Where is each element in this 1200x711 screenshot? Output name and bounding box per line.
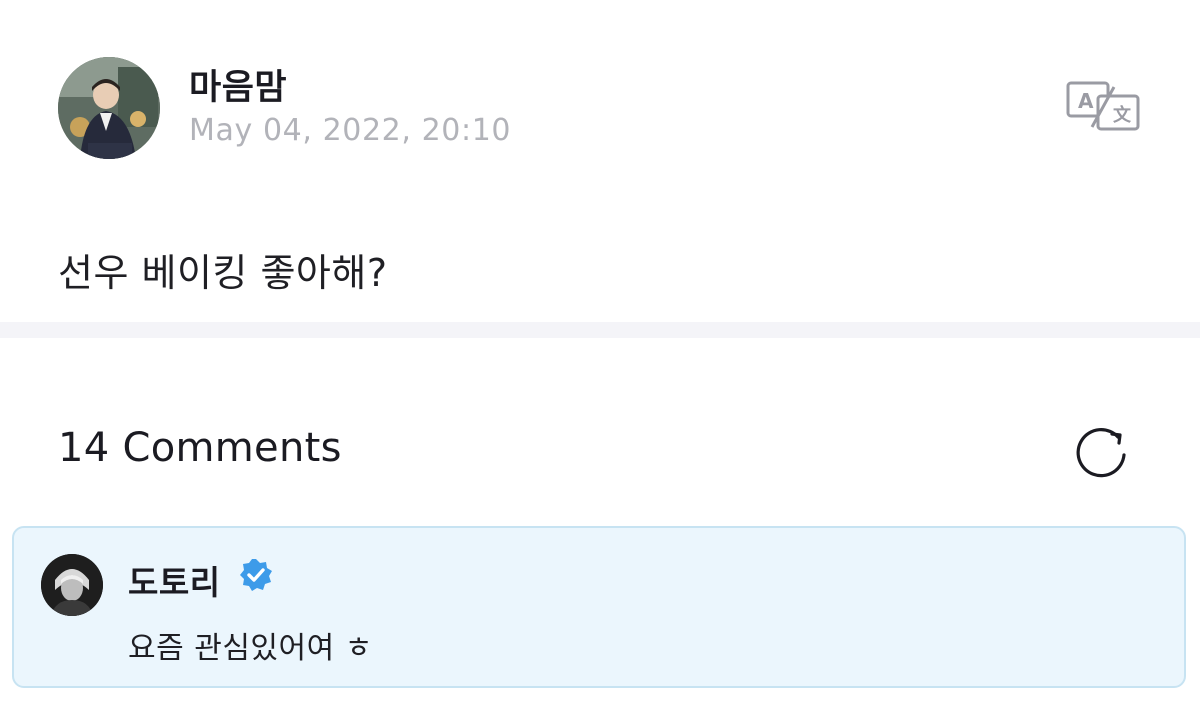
comment-text: 요즘 관심있어여 ㅎ xyxy=(128,631,373,666)
author-avatar[interactable] xyxy=(58,57,160,159)
refresh-button[interactable] xyxy=(1072,423,1130,481)
svg-text:文: 文 xyxy=(1113,104,1132,126)
section-divider xyxy=(0,322,1200,338)
comment-card[interactable]: 도토리 요즘 관심있어여 ㅎ xyxy=(12,526,1186,688)
commenter-avatar[interactable] xyxy=(41,554,103,616)
post-header: 마음맘 May 04, 2022, 20:10 A 文 xyxy=(58,57,1158,161)
refresh-icon xyxy=(1076,428,1126,478)
post-body: 선우 베이킹 좋아해? xyxy=(58,251,388,295)
svg-text:A: A xyxy=(1078,89,1094,113)
commenter-name[interactable]: 도토리 xyxy=(128,556,221,604)
verified-badge-icon xyxy=(238,557,274,593)
translate-button[interactable]: A 文 xyxy=(1066,81,1140,131)
author-avatar-image xyxy=(58,57,160,159)
translate-icon: A 文 xyxy=(1066,81,1140,131)
commenter-avatar-image xyxy=(41,554,103,616)
comments-count: 14 Comments xyxy=(58,425,342,471)
post-timestamp: May 04, 2022, 20:10 xyxy=(189,113,512,148)
post-page: 마음맘 May 04, 2022, 20:10 A 文 선우 베이킹 좋아해? … xyxy=(0,0,1200,711)
author-name[interactable]: 마음맘 xyxy=(189,59,287,110)
